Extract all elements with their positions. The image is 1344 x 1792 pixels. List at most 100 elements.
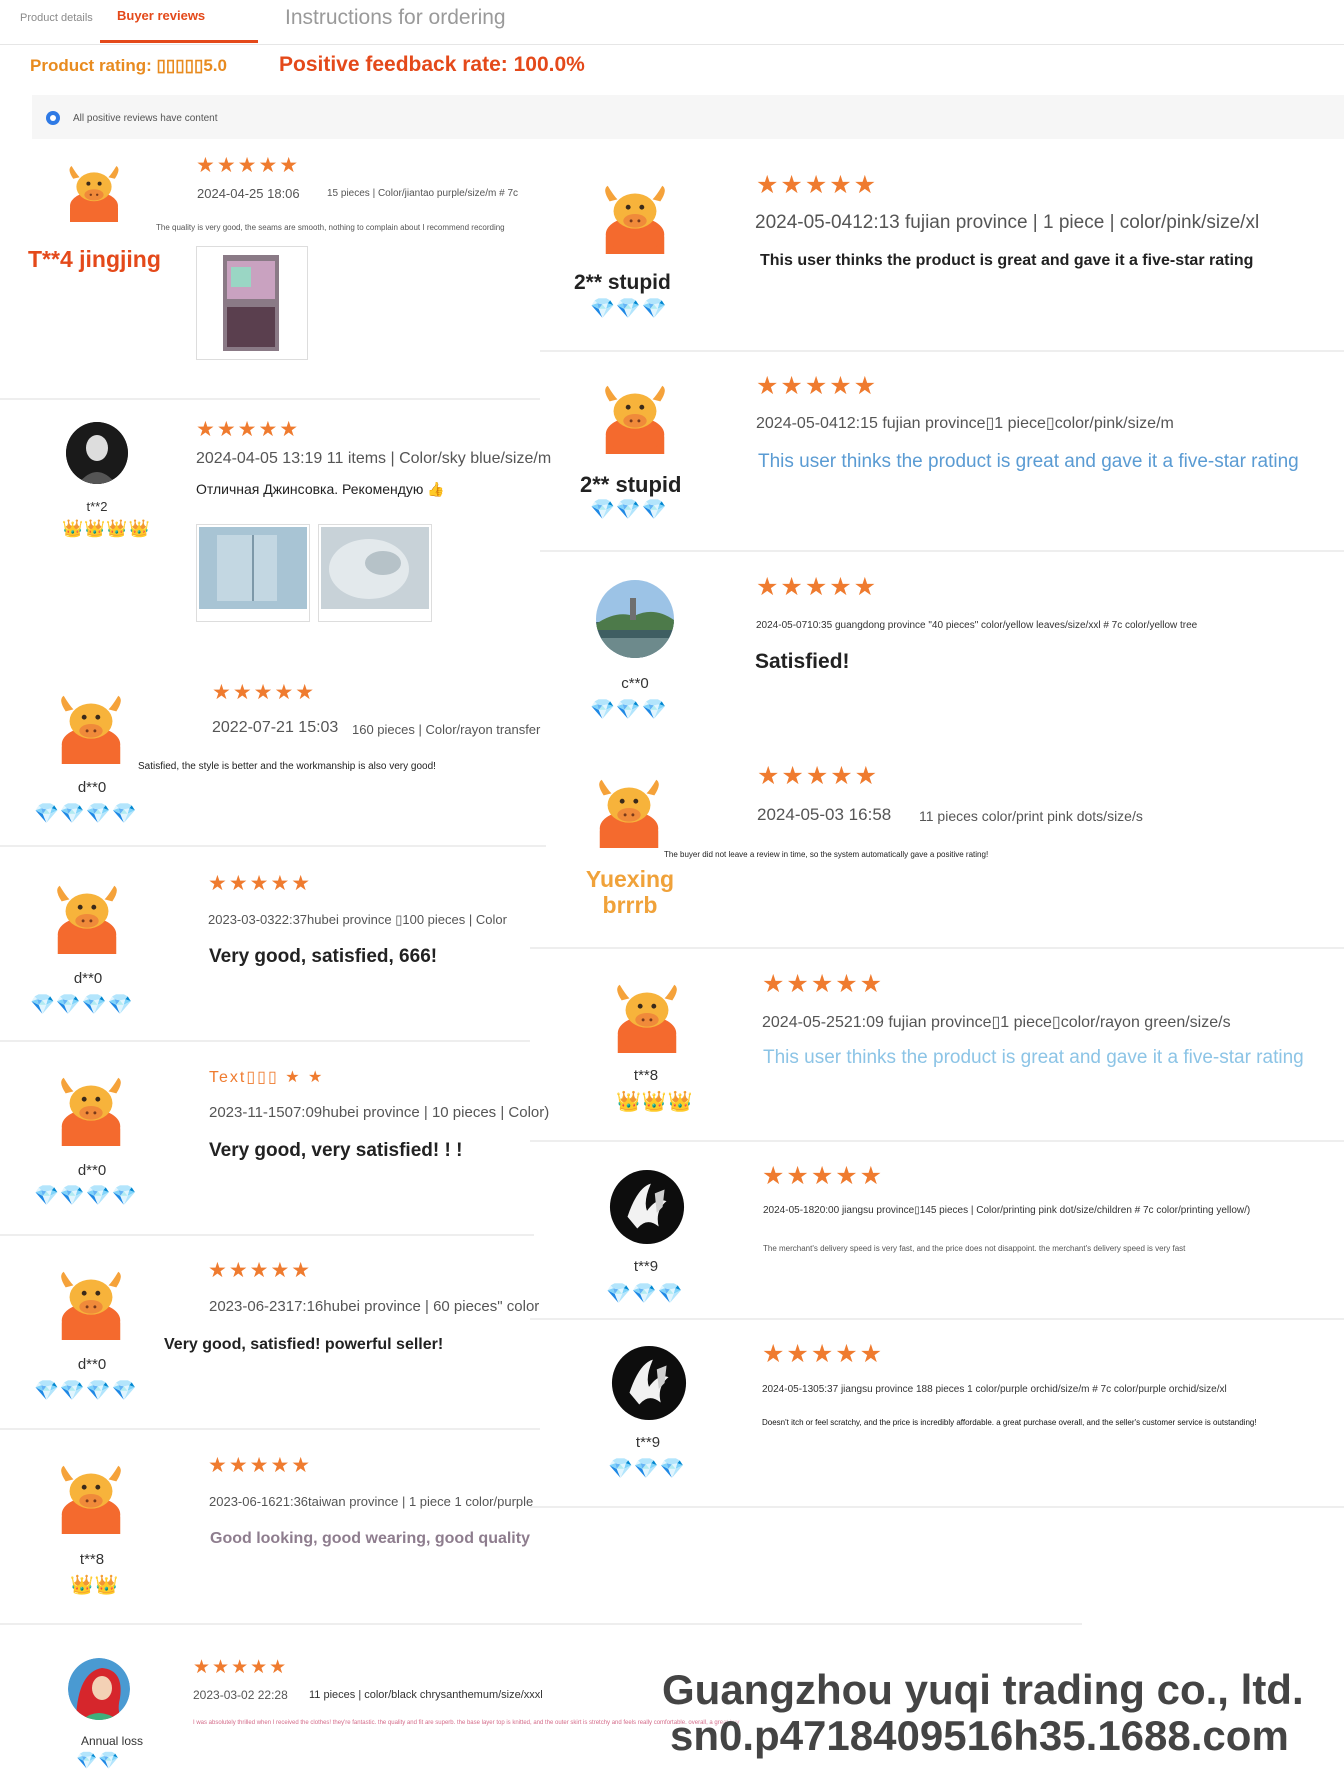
cow-avatar-icon xyxy=(52,686,130,764)
review-text: Satisfied! xyxy=(755,650,850,673)
star-rating: ★★★★★ xyxy=(196,418,301,441)
divider xyxy=(0,845,546,847)
level-badge-icons: 💎💎💎💎 xyxy=(30,994,134,1016)
cow-avatar-icon xyxy=(596,176,674,254)
divider xyxy=(0,1623,1082,1625)
reviewer-name: T**4 jingjing xyxy=(28,246,161,272)
review-date: 2024-05-0412:13 fujian province | 1 piec… xyxy=(755,212,1260,233)
level-badge-icons: 💎💎💎💎 xyxy=(34,1185,138,1207)
reviewer-name: 2** stupid xyxy=(574,271,671,294)
review-text: The merchant's delivery speed is very fa… xyxy=(763,1244,1186,1253)
divider xyxy=(530,1140,1344,1142)
reviewer-name: c**0 xyxy=(621,675,649,692)
star-rating: ★★★★★ xyxy=(196,154,301,177)
divider xyxy=(540,350,1344,352)
review-text: Very good, satisfied, 666! xyxy=(209,946,438,967)
review-tabs: Product details Buyer reviews Instructio… xyxy=(0,0,1344,45)
level-badge-icons: 💎💎💎💎 xyxy=(34,803,138,825)
review-text: The quality is very good, the seams are … xyxy=(156,223,505,232)
reviewer-name: t**9 xyxy=(633,1258,659,1275)
mermaid-avatar-icon xyxy=(68,1658,130,1720)
review-text: Very good, very satisfied! ! ! xyxy=(209,1140,463,1161)
review-spec: 11 pieces | color/black chrysanthemum/si… xyxy=(309,1689,543,1701)
review-spec: 11 pieces color/print pink dots/size/s xyxy=(919,808,1143,824)
divider xyxy=(530,1318,1344,1320)
landscape-avatar-icon xyxy=(596,580,674,658)
review-text: Satisfied, the style is better and the w… xyxy=(138,761,436,772)
star-rating: ★★★★★ xyxy=(756,171,879,199)
ink-avatar-icon xyxy=(610,1344,688,1422)
review-date: 2024-05-0710:35 guangdong province "40 p… xyxy=(756,620,1198,631)
level-badge-icons: 👑👑👑 xyxy=(616,1091,694,1113)
ink-avatar-icon xyxy=(608,1168,686,1246)
review-text: I was absolutely thrilled when I receive… xyxy=(193,1720,740,1726)
level-badge-icons: 💎💎💎💎 xyxy=(34,1380,138,1402)
product-rating: Product rating: ▯▯▯▯▯5.0 xyxy=(30,56,227,75)
star-rating: ★★★★★ xyxy=(212,681,317,704)
review-text: Отличная Джинсовка. Рекомендую 👍 xyxy=(196,481,445,497)
divider xyxy=(0,1234,534,1236)
cow-avatar-icon xyxy=(52,1262,130,1340)
level-badge-icons: 👑👑👑👑 xyxy=(62,519,151,538)
filter-bar xyxy=(32,95,1344,139)
review-image-thumb[interactable] xyxy=(318,524,432,622)
review-date: 2024-05-1305:37 jiangsu province 188 pie… xyxy=(762,1384,1227,1395)
star-rating: ★★★★★ xyxy=(756,573,879,601)
photo-avatar-icon xyxy=(66,422,128,484)
review-date: 2024-05-1820:00 jiangsu province▯145 pie… xyxy=(763,1205,1251,1216)
reviewer-name: 2** stupid xyxy=(580,472,682,497)
star-rating: ★★★★★ xyxy=(757,762,880,790)
divider xyxy=(0,1040,530,1042)
review-image-thumb[interactable] xyxy=(196,246,308,360)
reviewer-name: d**0 xyxy=(73,970,103,987)
review-text: The buyer did not leave a review in time… xyxy=(664,850,989,859)
review-text: This user thinks the product is great an… xyxy=(760,252,1254,269)
review-image-thumb[interactable] xyxy=(196,524,310,622)
review-text: Doesn't itch or feel scratchy, and the p… xyxy=(762,1418,1257,1427)
cow-avatar-icon xyxy=(590,770,668,848)
review-date: 2022-07-21 15:03 xyxy=(212,719,339,736)
cow-avatar-icon xyxy=(52,1456,130,1534)
reviewer-name: t**8 xyxy=(79,1551,105,1568)
review-date: 2023-06-1621:36taiwan province | 1 piece… xyxy=(209,1494,534,1509)
divider xyxy=(530,947,1344,949)
positive-feedback-rate: Positive feedback rate: 100.0% xyxy=(279,53,585,76)
radio-selected-icon[interactable] xyxy=(46,111,60,125)
review-text: This user thinks the product is great an… xyxy=(763,1047,1304,1068)
store-url-watermark: sn0.p4718409516h35.1688.com xyxy=(670,1712,1289,1759)
review-date: 2023-11-1507:09hubei province | 10 piece… xyxy=(209,1104,550,1121)
reviewer-name: Yuexing brrrb xyxy=(585,866,675,918)
filter-label[interactable]: All positive reviews have content xyxy=(73,113,218,124)
star-rating: ★★★★★ xyxy=(762,970,885,998)
review-text: Good looking, good wearing, good quality xyxy=(210,1530,530,1547)
star-rating: ★★★★★ xyxy=(208,1454,313,1477)
reviewer-name: t**2 xyxy=(86,499,108,514)
star-rating: ★★★★★ xyxy=(208,872,313,895)
reviewer-name: t**8 xyxy=(633,1067,659,1084)
star-rating: ★★★★★ xyxy=(193,1657,289,1678)
review-date: 2023-03-02 22:28 xyxy=(193,1688,288,1702)
divider xyxy=(0,398,540,400)
level-badge-icons: 💎💎 xyxy=(76,1751,121,1770)
star-rating: ★★★★★ xyxy=(762,1162,885,1190)
divider xyxy=(0,1428,540,1430)
cow-avatar-icon xyxy=(52,1068,130,1146)
review-spec: 160 pieces | Color/rayon transfer xyxy=(352,722,541,737)
divider xyxy=(540,550,1344,552)
divider xyxy=(530,1506,1344,1508)
star-rating: ★★★★★ xyxy=(756,372,879,400)
level-badge-icons: 💎💎💎 xyxy=(606,1283,684,1305)
tab-buyer-reviews[interactable]: Buyer reviews xyxy=(117,8,205,23)
review-date: 2024-05-0412:15 fujian province▯1 piece▯… xyxy=(756,415,1174,432)
tab-product-details[interactable]: Product details xyxy=(20,12,93,24)
tab-instructions[interactable]: Instructions for ordering xyxy=(285,6,506,30)
star-rating: Text▯▯▯ ★ ★ xyxy=(209,1069,325,1086)
review-date: 2024-04-05 13:19 11 items | Color/sky bl… xyxy=(196,450,552,467)
review-date: 2023-06-2317:16hubei province | 60 piece… xyxy=(209,1298,540,1315)
level-badge-icons: 💎💎💎 xyxy=(590,699,668,721)
level-badge-icons: 💎💎💎 xyxy=(590,499,668,521)
reviewer-name: d**0 xyxy=(77,1356,107,1373)
review-date: 2024-05-03 16:58 xyxy=(757,805,892,824)
star-rating: ★★★★★ xyxy=(762,1340,885,1368)
reviewer-name: d**0 xyxy=(77,779,107,796)
